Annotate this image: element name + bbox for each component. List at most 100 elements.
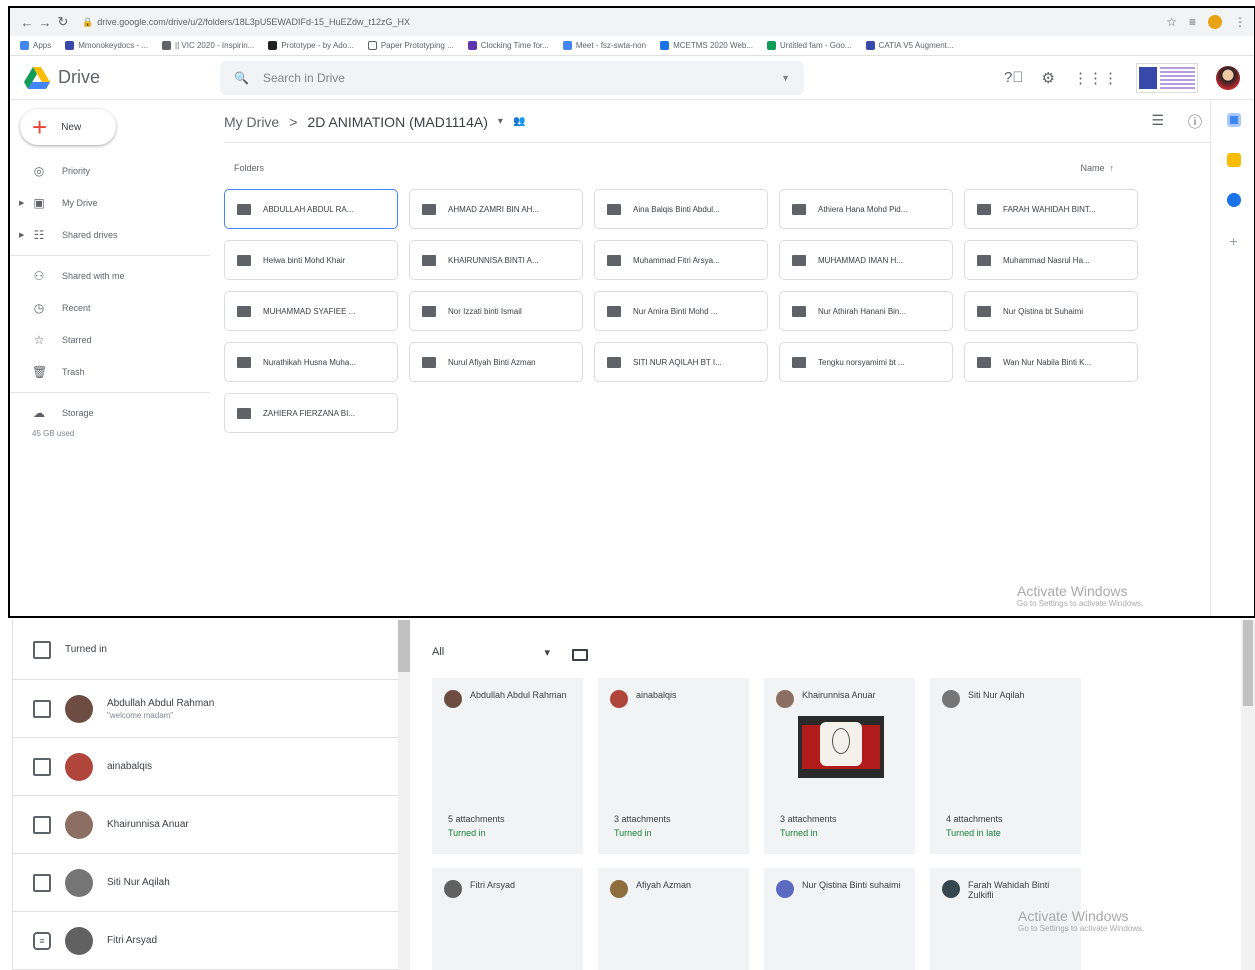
calendar-icon[interactable] (1226, 113, 1241, 127)
browser-menu-icon[interactable]: ⋮ (1234, 15, 1246, 29)
student-row[interactable]: Khairunnisa Anuar (13, 796, 398, 854)
student-row[interactable]: ainabalqis (13, 738, 398, 796)
folder-item[interactable]: MUHAMMAD SYAFIEE ... (224, 291, 398, 331)
info-icon[interactable]: ⓘ (1188, 112, 1202, 132)
sort-by-name[interactable]: Name ↑ (1080, 163, 1114, 173)
sidebar-item-trash[interactable]: 🗑 Trash (10, 356, 220, 388)
settings-icon[interactable]: ⚙ (1042, 69, 1055, 87)
list-view-icon[interactable]: ☰ (1151, 112, 1164, 132)
side-panel-rail: + (1210, 101, 1254, 616)
folder-item[interactable]: Wan Nur Nabila Binti K... (964, 342, 1138, 382)
help-icon[interactable]: ?⃝ (1004, 69, 1024, 86)
open-folder-icon[interactable] (572, 648, 588, 661)
bookmark-item[interactable]: Prototype - by Ado... (268, 41, 354, 50)
bookmark-item[interactable]: Untitled fam - Goo... (766, 41, 852, 50)
sidebar-item-storage[interactable]: ☁ Storage (10, 397, 220, 429)
sidebar-item-priority[interactable]: ◎ Priority (10, 155, 220, 187)
new-button[interactable]: + New (20, 109, 116, 145)
student-checkbox[interactable] (33, 815, 51, 834)
student-row[interactable]: Abdullah Abdul Rahman "welcome madam" (13, 680, 398, 738)
folder-item[interactable]: Nurathikah Husna Muha... (224, 342, 398, 382)
folder-item[interactable]: SITI NUR AQILAH BT I... (594, 342, 768, 382)
folder-item[interactable]: Helwa binti Mohd Khair (224, 240, 398, 280)
attachment-thumbnail[interactable] (798, 716, 884, 778)
bookmark-item[interactable]: Meet - fsz-swta-non (562, 41, 647, 50)
sidebar-item-starred[interactable]: ☆ Starred (10, 324, 220, 356)
bookmark-item[interactable]: CATIA V5 Augment... (865, 41, 954, 50)
breadcrumb-current-folder[interactable]: 2D ANIMATION (MAD1114A) (307, 114, 487, 130)
add-addon-icon[interactable]: + (1229, 233, 1237, 249)
folder-item[interactable]: Nur Amira Binti Mohd ... (594, 291, 768, 331)
student-row[interactable]: Siti Nur Aqilah (13, 854, 398, 912)
filter-select[interactable]: All ▾ (432, 646, 550, 663)
folder-menu-icon[interactable]: ▾ (498, 116, 503, 127)
sort-label: Name (1080, 163, 1105, 173)
forward-icon[interactable]: → (36, 15, 54, 30)
folder-item[interactable]: Athiera Hana Mohd Pid... (779, 189, 953, 229)
folder-item[interactable]: Muhammad Fitri Arsya... (594, 240, 768, 280)
reload-icon[interactable]: ↻ (54, 14, 72, 30)
back-icon[interactable]: ← (18, 15, 36, 30)
assignment-icon[interactable]: ≡ (33, 931, 51, 950)
shared-folder-icon (792, 203, 806, 215)
keep-icon[interactable] (1226, 153, 1241, 167)
submission-card[interactable]: Fitri Arsyad (432, 868, 583, 970)
bookmark-item[interactable]: Apps (20, 41, 51, 50)
extensions-icon[interactable]: ≡ (1189, 15, 1196, 29)
sidebar-item-recent[interactable]: ◷ Recent (10, 292, 220, 324)
student-checkbox[interactable] (33, 757, 51, 776)
bookmark-star-icon[interactable]: ☆ (1166, 15, 1177, 29)
tasks-icon[interactable] (1226, 193, 1241, 207)
search-options-icon[interactable]: ▼ (781, 73, 790, 83)
sidebar-item-shared-drives[interactable]: ▶ ☷ Shared drives (10, 219, 220, 251)
breadcrumb-my-drive[interactable]: My Drive (224, 114, 279, 130)
apps-grid-icon[interactable]: ⋮⋮⋮ (1073, 69, 1118, 87)
folder-item[interactable]: Nur Athirah Hanani Bin... (779, 291, 953, 331)
folder-item[interactable]: AHMAD ZAMRI BIN AH... (409, 189, 583, 229)
folder-item[interactable]: Nor Izzati binti Ismail (409, 291, 583, 331)
bookmark-item[interactable]: Paper Prototyping ... (367, 41, 454, 50)
sidebar-item-shared-with-me[interactable]: ⚇ Shared with me (10, 260, 220, 292)
drive-logo[interactable]: Drive (10, 66, 220, 89)
folder-item[interactable]: Aina Balqis Binti Abdul... (594, 189, 768, 229)
folder-item[interactable]: FARAH WAHIDAH BINT... (964, 189, 1138, 229)
bookmark-item[interactable]: Mmonokeydocs - ... (65, 41, 148, 50)
bookmark-label: Meet - fsz-swta-non (575, 41, 647, 50)
profile-icon[interactable] (1208, 15, 1222, 29)
student-checkbox[interactable] (33, 699, 51, 718)
browser-toolbar: ← → ↻ 🔒 drive.google.com/drive/u/2/folde… (10, 8, 1254, 36)
bookmark-item[interactable]: || VIC 2020 - Inspirin... (162, 41, 254, 50)
grid-scrollbar-thumb[interactable] (1243, 620, 1253, 706)
bookmark-item[interactable]: Clocking Time for... (467, 41, 549, 50)
folder-item[interactable]: ZAHIERA FIERZANA BI... (224, 393, 398, 433)
folder-item[interactable]: Tengku norsyamimi bt ... (779, 342, 953, 382)
submission-card[interactable]: Afiyah Azman (598, 868, 749, 970)
card-header: Khairunnisa Anuar (776, 690, 903, 708)
folder-item[interactable]: ABDULLAH ABDUL RA... (224, 189, 398, 229)
student-checkbox[interactable] (33, 873, 51, 892)
submission-card[interactable]: Nur Qistina Binti suhaimi (764, 868, 915, 970)
list-scrollbar-thumb[interactable] (398, 620, 410, 672)
student-name-block: Siti Nur Aqilah (107, 877, 170, 888)
cloud-icon: ☁ (33, 406, 45, 420)
grid-scrollbar[interactable] (1241, 620, 1255, 970)
search-input[interactable]: 🔍 Search in Drive ▼ (220, 60, 804, 95)
folder-item[interactable]: MUHAMMAD IMAN H... (779, 240, 953, 280)
submission-card[interactable]: ainabalqis 3 attachments Turned in (598, 678, 749, 854)
bookmark-item[interactable]: MCETMS 2020 Web... (660, 41, 753, 50)
expand-caret-icon[interactable]: ▶ (19, 231, 24, 239)
submission-card[interactable]: Khairunnisa Anuar 3 attachments Turned in (764, 678, 915, 854)
sidebar-item-my-drive[interactable]: ▶ ▣ My Drive (10, 187, 220, 219)
account-avatar[interactable] (1216, 65, 1240, 90)
folder-item[interactable]: Nur Qistina bt Suhaimi (964, 291, 1138, 331)
submission-card[interactable]: Siti Nur Aqilah 4 attachments Turned in la… (930, 678, 1081, 854)
submission-card[interactable]: Abdullah Abdul Rahman 5 attachments Turned… (432, 678, 583, 854)
expand-caret-icon[interactable]: ▶ (19, 199, 24, 207)
address-bar[interactable]: 🔒 drive.google.com/drive/u/2/folders/18L… (82, 17, 410, 28)
folder-item[interactable]: KHAIRUNNISA BINTI A... (409, 240, 583, 280)
student-row[interactable]: ≡ Fitri Arsyad (13, 912, 398, 970)
folder-item[interactable]: Nurul Afiyah Binti Azman (409, 342, 583, 382)
select-all-checkbox[interactable] (33, 640, 51, 659)
list-scrollbar[interactable] (398, 620, 410, 970)
folder-item[interactable]: Muhammad Nasrul Ha... (964, 240, 1138, 280)
